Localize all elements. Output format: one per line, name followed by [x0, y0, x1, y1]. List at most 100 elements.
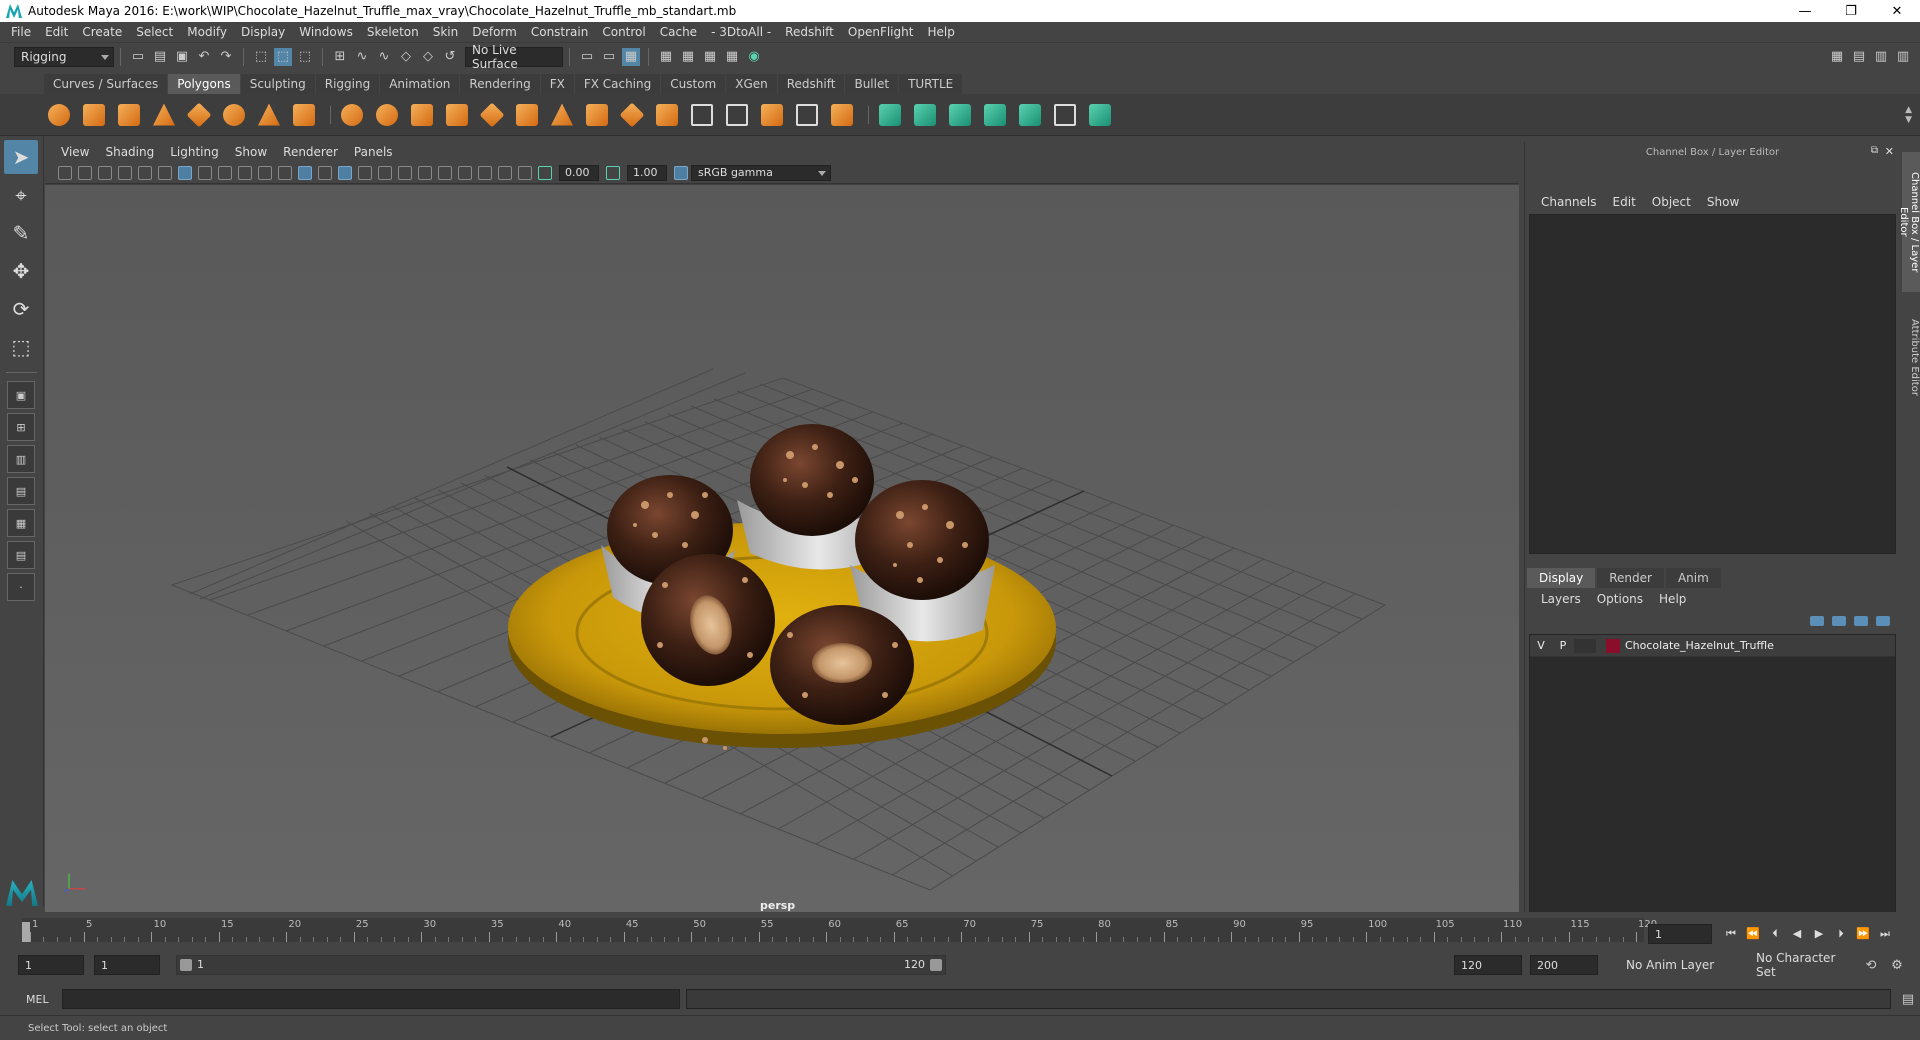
- exposure-icon[interactable]: [538, 165, 552, 180]
- step-back-frame-icon[interactable]: ⏪: [1744, 927, 1762, 941]
- xray-icon[interactable]: [498, 165, 512, 180]
- automatic-uv-icon[interactable]: [980, 100, 1010, 130]
- playback-end-field[interactable]: 120: [1454, 955, 1522, 975]
- layer-name[interactable]: Chocolate_Hazelnut_Truffle: [1625, 639, 1774, 652]
- range-start-handle[interactable]: [180, 959, 192, 971]
- vp-menu-shading[interactable]: Shading: [97, 145, 162, 159]
- tab-sculpting[interactable]: Sculpting: [240, 74, 315, 94]
- tab-turtle[interactable]: TURTLE: [899, 74, 963, 94]
- menu-redshift[interactable]: Redshift: [778, 25, 841, 39]
- construction-history-icon[interactable]: ▭: [600, 48, 618, 66]
- menu-display[interactable]: Display: [234, 25, 292, 39]
- persp-outliner-icon[interactable]: ▤: [7, 477, 35, 505]
- range-slider[interactable]: 1 120: [176, 955, 946, 975]
- extract-icon[interactable]: [407, 100, 437, 130]
- close-button[interactable]: ✕: [1874, 0, 1920, 22]
- redshift-render-icon[interactable]: ◉: [745, 48, 763, 66]
- grid-toggle-icon[interactable]: [138, 165, 152, 180]
- new-layer-icon[interactable]: [1854, 616, 1868, 626]
- vp-menu-renderer[interactable]: Renderer: [275, 145, 346, 159]
- hypershade-layout-icon[interactable]: ▤: [7, 541, 35, 569]
- go-to-end-icon[interactable]: ⏭: [1876, 927, 1894, 941]
- select-object-icon[interactable]: ⬚: [274, 47, 292, 66]
- persp-graph-icon[interactable]: ▦: [7, 509, 35, 537]
- spherical-uv-icon[interactable]: [945, 100, 975, 130]
- camera-attrib-icon[interactable]: [78, 165, 92, 180]
- 3d-viewport[interactable]: persp: [45, 185, 1519, 912]
- boolean-icon[interactable]: [477, 100, 507, 130]
- new-layer-selected-icon[interactable]: [1876, 616, 1890, 626]
- undo-icon[interactable]: ↶: [195, 48, 213, 66]
- uv-layout-icon[interactable]: [1085, 100, 1115, 130]
- snap-point-icon[interactable]: ∿: [375, 48, 393, 66]
- move-layer-down-icon[interactable]: [1832, 616, 1846, 626]
- gamma-icon[interactable]: [606, 165, 620, 180]
- snap-curve-icon[interactable]: ∿: [353, 48, 371, 66]
- le-menu-layers[interactable]: Layers: [1533, 592, 1589, 606]
- tab-anim[interactable]: Anim: [1665, 568, 1721, 588]
- bevel-icon[interactable]: [652, 100, 682, 130]
- history-icon[interactable]: ↺: [441, 48, 459, 66]
- live-surface-field[interactable]: No Live Surface: [465, 43, 563, 71]
- step-forward-frame-icon[interactable]: ⏩: [1854, 927, 1872, 941]
- playback-start-field[interactable]: 1: [94, 955, 160, 975]
- float-panel-icon[interactable]: ⧉: [1871, 145, 1878, 156]
- menu-3dtoall[interactable]: - 3DtoAll -: [704, 25, 778, 39]
- menu-cache[interactable]: Cache: [653, 25, 704, 39]
- camera-select-icon[interactable]: [58, 165, 72, 180]
- four-pane-icon[interactable]: ⊞: [7, 413, 35, 441]
- color-management-icon[interactable]: [674, 165, 688, 180]
- side-tab-channel-box[interactable]: Channel Box / Layer Editor: [1898, 152, 1920, 292]
- flat-shade-icon[interactable]: [318, 165, 332, 180]
- tab-xgen[interactable]: XGen: [726, 74, 777, 94]
- menu-skeleton[interactable]: Skeleton: [360, 25, 426, 39]
- select-component-icon[interactable]: ⬚: [296, 48, 314, 66]
- film-gate-icon[interactable]: [158, 165, 172, 180]
- channel-list[interactable]: [1529, 214, 1896, 554]
- single-pane-icon[interactable]: ▣: [7, 381, 35, 409]
- panel-layout-icon[interactable]: ▥: [1872, 48, 1890, 66]
- image-plane-icon[interactable]: [118, 165, 132, 180]
- menu-constrain[interactable]: Constrain: [524, 25, 596, 39]
- cb-menu-edit[interactable]: Edit: [1605, 195, 1644, 209]
- current-frame-field[interactable]: 1: [1648, 924, 1712, 944]
- select-hierarchy-icon[interactable]: ⬚: [252, 48, 270, 66]
- cb-menu-show[interactable]: Show: [1699, 195, 1747, 209]
- tab-rigging[interactable]: Rigging: [315, 74, 380, 94]
- tab-polygons[interactable]: Polygons: [168, 74, 240, 94]
- outliner-toggle-icon[interactable]: ▥: [1894, 48, 1912, 66]
- motion-blur-icon[interactable]: [418, 165, 432, 180]
- step-back-key-icon[interactable]: ⏴: [1766, 927, 1784, 941]
- tab-animation[interactable]: Animation: [380, 74, 460, 94]
- checker-icon[interactable]: [1050, 100, 1080, 130]
- insert-edge-loop-icon[interactable]: [687, 100, 717, 130]
- layer-display-type[interactable]: [1574, 638, 1596, 653]
- mode-selector[interactable]: Rigging: [14, 46, 114, 67]
- separate-icon[interactable]: [372, 100, 402, 130]
- menu-windows[interactable]: Windows: [292, 25, 360, 39]
- step-forward-key-icon[interactable]: ⏵: [1832, 927, 1850, 941]
- scene-end-field[interactable]: 200: [1530, 955, 1598, 975]
- go-to-start-icon[interactable]: ⏮: [1722, 927, 1740, 941]
- view-transform-selector[interactable]: sRGB gamma: [691, 164, 831, 181]
- paint-select-icon[interactable]: ✎: [4, 216, 38, 250]
- vp-menu-view[interactable]: View: [53, 145, 97, 159]
- select-tool-icon[interactable]: ➤: [4, 140, 38, 174]
- poly-cylinder-icon[interactable]: [114, 100, 144, 130]
- ao-icon[interactable]: [398, 165, 412, 180]
- current-time-marker[interactable]: [22, 922, 30, 942]
- merge-icon[interactable]: [827, 100, 857, 130]
- hypershade-icon[interactable]: ▦: [723, 48, 741, 66]
- render-settings-icon[interactable]: ▦: [701, 48, 719, 66]
- rotate-tool-icon[interactable]: ⟳: [4, 292, 38, 326]
- poly-sphere-icon[interactable]: [44, 100, 74, 130]
- menu-help[interactable]: Help: [920, 25, 961, 39]
- xray-joints-icon[interactable]: [518, 165, 532, 180]
- time-slider-track[interactable]: 1 5 10 15 20 25 30 35 40 45 50 55 60 65 70 75 80 85 90 95 10…: [22, 918, 1657, 942]
- cylindrical-uv-icon[interactable]: [910, 100, 940, 130]
- fill-hole-icon[interactable]: [792, 100, 822, 130]
- bridge-icon[interactable]: [617, 100, 647, 130]
- workspace-icon[interactable]: ▦: [1828, 48, 1846, 66]
- script-editor-icon[interactable]: ▤: [1899, 990, 1917, 1008]
- tab-redshift[interactable]: Redshift: [777, 74, 845, 94]
